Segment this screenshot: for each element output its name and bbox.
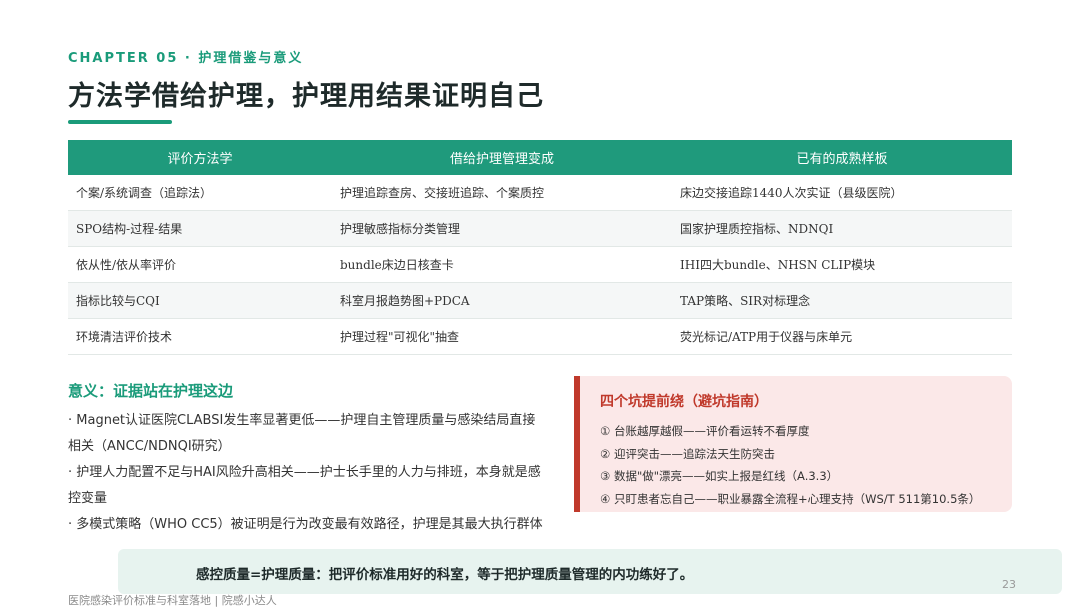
significance-points: · Magnet认证医院CLABSI发生率显著更低——护理自主管理质量与感染结局… [68,408,546,538]
table-cell: 个案/系统调查（追踪法） [68,175,332,211]
significance-point: · 护理人力配置不足与HAI风险升高相关——护士长手里的人力与排班，本身就是感控… [68,465,541,506]
page-title: 方法学借给护理，护理用结果证明自己 [68,81,544,112]
significance-title: 意义：证据站在护理这边 [68,382,234,400]
table-cell: 护理追踪查房、交接班追踪、个案质控 [332,175,672,211]
methodology-table: 评价方法学 借给护理管理变成 已有的成熟样板 个案/系统调查（追踪法） 护理追踪… [68,140,1012,355]
significance-point: · 多模式策略（WHO CC5）被证明是行为改变最有效路径，护理是其最大执行群体 [68,517,543,532]
pitfall-item: ③ 数据"做"漂亮——如实上报是红线（A.3.3） [600,469,839,483]
table-row: 环境清洁评价技术 护理过程"可视化"抽查 荧光标记/ATP用于仪器与床单元 [68,318,1012,355]
table-cell: bundle床边日核查卡 [332,246,672,283]
page-number: 23 [1002,578,1016,591]
table-cell: IHI四大bundle、NHSN CLIP模块 [672,246,1012,283]
table-header-cell: 评价方法学 [68,140,332,175]
pitfall-item: ② 迎评突击——追踪法天生防突击 [600,446,775,461]
pitfall-item: ① 台账越厚越假——评价看运转不看厚度 [600,424,810,438]
table-cell: 荧光标记/ATP用于仪器与床单元 [672,318,1012,355]
table-cell: 环境清洁评价技术 [68,318,332,355]
table-header-cell: 借给护理管理变成 [332,140,672,175]
table-cell: 国家护理质控指标、NDNQI [672,210,1012,247]
table-cell: 指标比较与CQI [68,282,332,319]
table-cell: 护理过程"可视化"抽查 [332,318,672,355]
pitfalls-list: ① 台账越厚越假——评价看运转不看厚度 ② 迎评突击——追踪法天生防突击 ③ 数… [600,420,1010,510]
table-row: 个案/系统调查（追踪法） 护理追踪查房、交接班追踪、个案质控 床边交接追踪144… [68,175,1012,211]
table-row: 指标比较与CQI 科室月报趋势图+PDCA TAP策略、SIR对标理念 [68,282,1012,319]
pitfall-item: ④ 只盯患者忘自己——职业暴露全流程+心理支持（WS/T 511第10.5条） [600,491,981,506]
table-cell: 科室月报趋势图+PDCA [332,282,672,319]
table-header-cell: 已有的成熟样板 [672,140,1012,175]
chapter-label: CHAPTER 05 · 护理借鉴与意义 [68,51,304,66]
pitfalls-box: 四个坑提前绕（避坑指南） ① 台账越厚越假——评价看运转不看厚度 ② 迎评突击—… [574,376,1012,512]
pitfalls-title: 四个坑提前绕（避坑指南） [600,394,768,410]
footer-text: 医院感染评价标准与科室落地 | 院感小达人 [68,594,277,607]
table-cell: 床边交接追踪1440人次实证（县级医院） [672,175,1012,211]
title-underline [68,120,172,124]
table-row: SPO结构-过程-结果 护理敏感指标分类管理 国家护理质控指标、NDNQI [68,210,1012,247]
table-cell: 护理敏感指标分类管理 [332,210,672,247]
conclusion-banner: 感控质量=护理质量：把评价标准用好的科室，等于把护理质量管理的内功练好了。 23 [118,549,1062,594]
table-header-row: 评价方法学 借给护理管理变成 已有的成熟样板 [68,140,1012,175]
table-row: 依从性/依从率评价 bundle床边日核查卡 IHI四大bundle、NHSN … [68,246,1012,283]
significance-point: · Magnet认证医院CLABSI发生率显著更低——护理自主管理质量与感染结局… [68,413,536,454]
table-cell: SPO结构-过程-结果 [68,210,332,247]
conclusion-text: 感控质量=护理质量：把评价标准用好的科室，等于把护理质量管理的内功练好了。 [196,567,694,583]
table-cell: 依从性/依从率评价 [68,246,332,283]
table-cell: TAP策略、SIR对标理念 [672,282,1012,319]
